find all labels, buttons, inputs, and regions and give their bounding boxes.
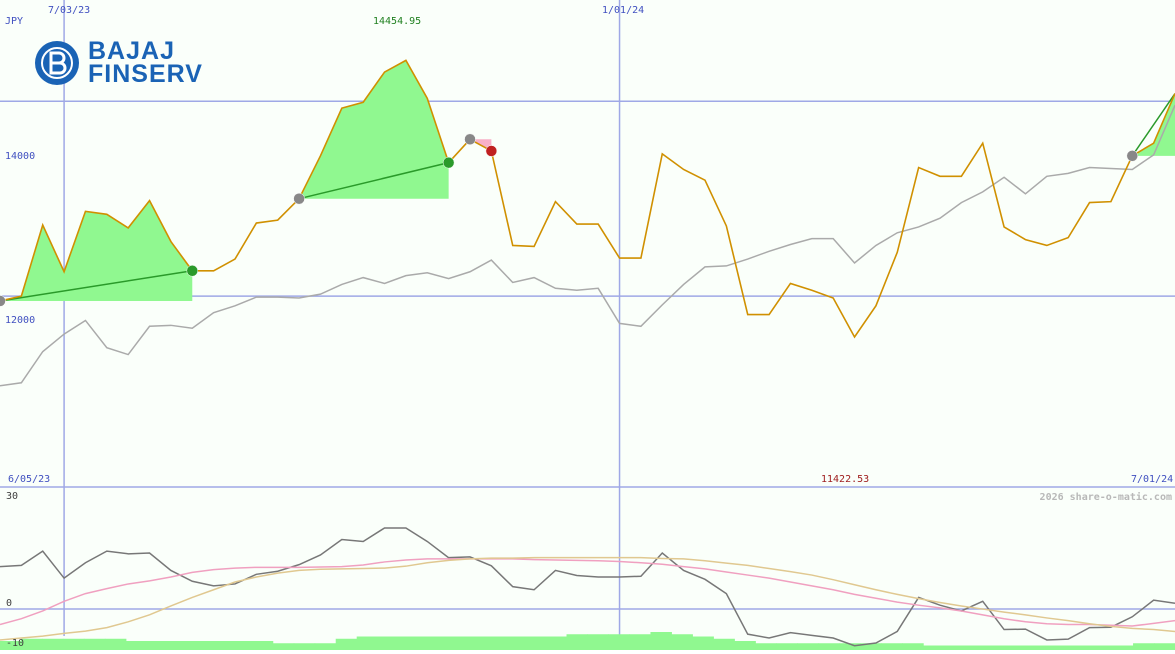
volume-bar — [671, 634, 693, 650]
low-annotation: 11422.53 — [821, 474, 869, 485]
volume-bar — [1112, 645, 1134, 650]
date-bottom-right: 7/01/24 — [1131, 474, 1173, 485]
volume-bar — [293, 643, 316, 650]
price-line-gray — [0, 104, 1175, 387]
volume-bar — [209, 641, 232, 650]
volume-bar — [902, 643, 924, 650]
volume-bar — [146, 641, 169, 650]
osc-line-1 — [0, 558, 1175, 627]
high-annotation: 14454.95 — [373, 16, 421, 27]
volume-bar — [314, 643, 337, 650]
volume-bar — [1007, 645, 1029, 650]
swing-marker-6 — [1126, 150, 1139, 162]
volume-bar — [41, 638, 64, 650]
volume-bar — [650, 632, 672, 650]
volume-bar — [545, 636, 568, 650]
chart-area: JPY 7/03/23 1/01/24 14454.95 6/05/23 114… — [0, 0, 1175, 650]
swing-marker-1 — [186, 265, 199, 277]
volume-bar — [713, 638, 735, 650]
y-tick-osc-2: -10 — [6, 638, 24, 649]
swing-marker-5 — [485, 145, 498, 157]
volume-bar — [125, 641, 148, 650]
volume-bar — [167, 641, 190, 650]
volume-bar — [377, 636, 400, 650]
volume-bar — [503, 636, 526, 650]
volume-bar — [692, 636, 714, 650]
volume-bar — [398, 636, 421, 650]
volume-bar — [482, 636, 505, 650]
volume-bar — [419, 636, 442, 650]
volume-bar — [986, 645, 1008, 650]
volume-bar — [629, 634, 651, 650]
date-top-mid: 1/01/24 — [602, 5, 644, 16]
swing-marker-0 — [0, 295, 6, 307]
y-tick-price-1: 12000 — [5, 315, 35, 326]
volume-bar — [923, 645, 945, 650]
volume-bar — [104, 638, 127, 650]
watermark: 2026 share-o-matic.com — [1040, 491, 1172, 503]
volume-bar — [755, 643, 777, 650]
volume-bar — [566, 634, 588, 650]
volume-bar — [965, 645, 987, 650]
volume-bar — [818, 643, 840, 650]
currency-label: JPY — [5, 16, 23, 27]
volume-bar — [1028, 645, 1050, 650]
osc-line-2 — [0, 556, 1175, 641]
volume-bar — [440, 636, 463, 650]
volume-bar — [1154, 643, 1175, 650]
volume-bar — [1133, 643, 1155, 650]
volume-bar — [188, 641, 211, 650]
uptrend-region-1 — [299, 60, 449, 199]
volume-bar — [587, 634, 609, 650]
bajaj-finserv-logo: BAJAJ FINSERV — [34, 38, 214, 90]
date-bottom-left: 6/05/23 — [8, 474, 50, 485]
y-tick-price-0: 14000 — [5, 151, 35, 162]
volume-bar — [20, 638, 43, 650]
volume-bar — [62, 638, 85, 650]
volume-bar — [881, 643, 903, 650]
y-tick-osc-1: 0 — [6, 598, 12, 609]
logo-b-icon — [35, 41, 79, 85]
logo-line-2: FINSERV — [88, 60, 203, 88]
volume-bar — [524, 636, 547, 650]
volume-bar — [1070, 645, 1092, 650]
volume-bar — [335, 638, 358, 650]
swing-marker-4 — [464, 133, 476, 146]
volume-bar — [461, 636, 484, 650]
swing-marker-3 — [442, 156, 455, 169]
volume-bar — [83, 638, 106, 650]
volume-bar — [251, 641, 274, 650]
chart-svg: JPY 7/03/23 1/01/24 14454.95 6/05/23 114… — [0, 0, 1175, 650]
volume-bar — [734, 641, 756, 650]
volume-bar — [797, 643, 819, 650]
volume-bar — [356, 636, 379, 650]
date-top-left: 7/03/23 — [48, 5, 90, 16]
volume-bar — [608, 634, 630, 650]
volume-bar — [944, 645, 966, 650]
volume-bar — [776, 643, 798, 650]
volume-bar — [272, 643, 295, 650]
volume-bar — [1091, 645, 1113, 650]
osc-line-0 — [0, 527, 1175, 647]
volume-bar — [1049, 645, 1071, 650]
swing-marker-2 — [293, 192, 305, 205]
y-tick-osc-0: 30 — [6, 491, 18, 502]
volume-bar — [230, 641, 253, 650]
